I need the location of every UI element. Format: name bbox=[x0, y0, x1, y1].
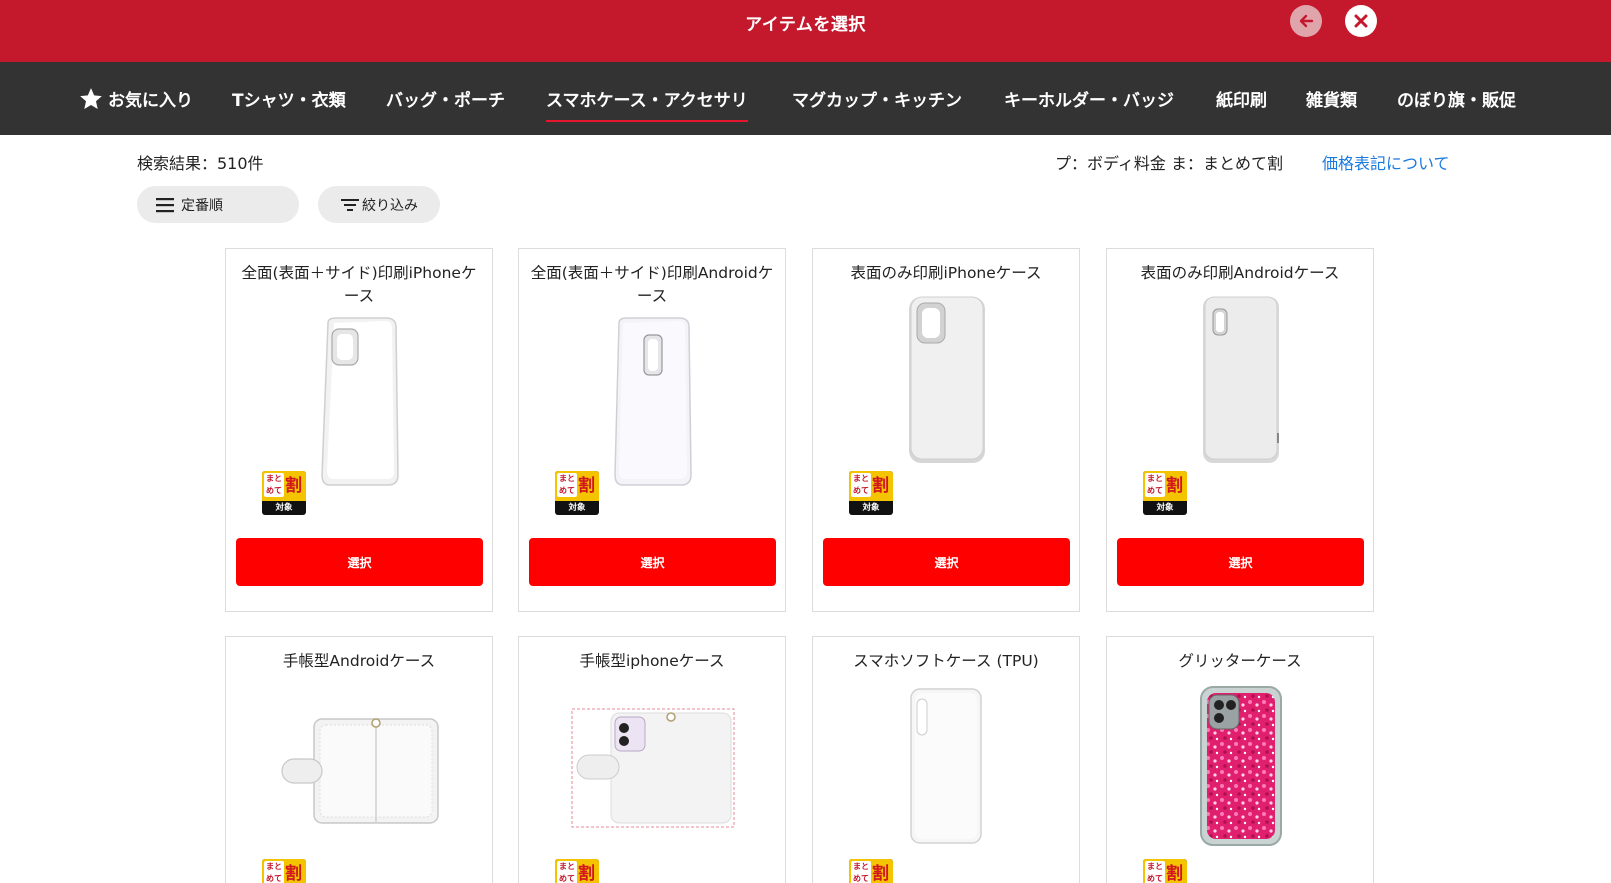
product-image-soft-case-tpu bbox=[910, 688, 982, 844]
arrow-left-icon bbox=[1299, 14, 1314, 28]
category-label: お気に入り bbox=[108, 91, 193, 111]
badge-small-text: まとめて bbox=[851, 473, 871, 497]
category-goods[interactable]: 雑貨類 bbox=[1306, 62, 1357, 135]
matomete-discount-badge: まとめて割 対象 bbox=[555, 859, 599, 883]
product-image-notebook-android bbox=[281, 718, 439, 824]
matomete-discount-badge: まとめて割 対象 bbox=[262, 471, 306, 515]
select-button[interactable]: 選択 bbox=[236, 538, 483, 586]
product-card[interactable]: スマホソフトケース (TPU) まとめて割 対象 bbox=[812, 636, 1080, 883]
matomete-discount-badge: まとめて割 対象 bbox=[849, 471, 893, 515]
product-image-glitter-case bbox=[1200, 686, 1282, 846]
filter-icon bbox=[341, 198, 359, 211]
star-icon bbox=[80, 87, 102, 109]
badge-small-text: まとめて bbox=[264, 473, 284, 497]
product-image-android-back-case bbox=[1203, 296, 1279, 463]
select-button[interactable]: 選択 bbox=[1117, 538, 1364, 586]
product-image-notebook-iphone bbox=[571, 708, 735, 828]
product-image-iphone-full-case bbox=[321, 317, 399, 486]
back-button[interactable] bbox=[1290, 5, 1322, 37]
badge-bottom-text: 対象 bbox=[568, 503, 586, 513]
category-keychains[interactable]: キーホルダー・バッジ bbox=[1004, 62, 1174, 135]
badge-small-text: まとめて bbox=[264, 861, 284, 883]
matomete-discount-badge: まとめて割 対象 bbox=[555, 471, 599, 515]
product-name: 手帳型iphoneケース bbox=[579, 652, 725, 670]
category-nav: お気に入り Tシャツ・衣類 バッグ・ポーチ スマホケース・アクセサリ マグカップ… bbox=[0, 62, 1611, 135]
top-header: アイテムを選択 bbox=[0, 0, 1611, 62]
badge-big-text: 割 bbox=[1166, 864, 1183, 883]
filter-label: 絞り込み bbox=[362, 197, 418, 214]
product-name: 表面のみ印刷iPhoneケース bbox=[850, 264, 1042, 282]
category-favorites[interactable]: お気に入り bbox=[78, 62, 193, 135]
badge-bottom-text: 対象 bbox=[275, 503, 293, 513]
category-phone-cases[interactable]: スマホケース・アクセサリ bbox=[546, 62, 748, 135]
sort-button[interactable]: 定番順 bbox=[137, 186, 299, 223]
sort-label: 定番順 bbox=[181, 197, 223, 214]
product-image-iphone-back-case bbox=[909, 296, 985, 463]
category-bags[interactable]: バッグ・ポーチ bbox=[386, 62, 505, 135]
product-name: スマホソフトケース (TPU) bbox=[853, 652, 1039, 670]
product-card[interactable]: グリッターケース まとめて割 対象 bbox=[1106, 636, 1374, 883]
badge-small-text: まとめて bbox=[1145, 473, 1165, 497]
category-mugs[interactable]: マグカップ・キッチン bbox=[792, 62, 962, 135]
close-button[interactable] bbox=[1345, 5, 1377, 37]
product-card[interactable]: 手帳型Androidケース まとめて割 対象 bbox=[225, 636, 493, 883]
category-label: マグカップ・キッチン bbox=[792, 91, 962, 111]
badge-bottom-text: 対象 bbox=[1156, 503, 1174, 513]
category-label: キーホルダー・バッジ bbox=[1004, 91, 1174, 111]
badge-big-text: 割 bbox=[285, 476, 302, 496]
badge-small-text: まとめて bbox=[557, 861, 577, 883]
category-paper[interactable]: 紙印刷 bbox=[1216, 62, 1267, 135]
product-name: 全面(表面＋サイド)印刷Androidケース bbox=[530, 264, 774, 305]
category-tshirts[interactable]: Tシャツ・衣類 bbox=[232, 62, 346, 135]
badge-big-text: 割 bbox=[578, 476, 595, 496]
price-notation-link[interactable]: 価格表記について bbox=[1322, 150, 1450, 174]
filter-button[interactable]: 絞り込み bbox=[318, 186, 440, 223]
product-card[interactable]: 全面(表面＋サイド)印刷iPhoneケース まとめて割 対象 選択 bbox=[225, 248, 493, 612]
badge-big-text: 割 bbox=[285, 864, 302, 883]
list-icon bbox=[156, 197, 174, 212]
category-label: 雑貨類 bbox=[1306, 91, 1357, 111]
category-label: スマホケース・アクセサリ bbox=[546, 91, 748, 111]
active-tab-underline bbox=[546, 120, 748, 122]
badge-big-text: 割 bbox=[1166, 476, 1183, 496]
product-card[interactable]: 手帳型iphoneケース まとめて割 対象 bbox=[518, 636, 786, 883]
badge-small-text: まとめて bbox=[1145, 861, 1165, 883]
category-label: Tシャツ・衣類 bbox=[232, 91, 346, 111]
product-name: 手帳型Androidケース bbox=[282, 652, 436, 670]
badge-big-text: 割 bbox=[578, 864, 595, 883]
matomete-discount-badge: まとめて割 対象 bbox=[849, 859, 893, 883]
category-label: 紙印刷 bbox=[1216, 91, 1267, 111]
badge-bottom-text: 対象 bbox=[862, 503, 880, 513]
badge-big-text: 割 bbox=[872, 864, 889, 883]
result-count: 検索結果：510件 bbox=[137, 154, 264, 173]
product-card[interactable]: 表面のみ印刷Androidケース まとめて割 対象 選択 bbox=[1106, 248, 1374, 612]
product-image-android-full-case bbox=[614, 317, 692, 486]
category-label: のぼり旗・販促 bbox=[1397, 91, 1516, 111]
price-legend: プ：ボディ料金 ま：まとめて割 bbox=[1055, 154, 1283, 173]
badge-big-text: 割 bbox=[872, 476, 889, 496]
select-button[interactable]: 選択 bbox=[823, 538, 1070, 586]
category-label: バッグ・ポーチ bbox=[386, 91, 505, 111]
close-icon bbox=[1354, 14, 1368, 28]
matomete-discount-badge: まとめて割 対象 bbox=[262, 859, 306, 883]
badge-small-text: まとめて bbox=[851, 861, 871, 883]
select-button[interactable]: 選択 bbox=[529, 538, 776, 586]
matomete-discount-badge: まとめて割 対象 bbox=[1143, 471, 1187, 515]
product-name: グリッターケース bbox=[1178, 652, 1302, 670]
matomete-discount-badge: まとめて割 対象 bbox=[1143, 859, 1187, 883]
category-banners[interactable]: のぼり旗・販促 bbox=[1397, 62, 1516, 135]
product-name: 全面(表面＋サイド)印刷iPhoneケース bbox=[241, 264, 477, 305]
product-card[interactable]: 全面(表面＋サイド)印刷Androidケース まとめて割 対象 選択 bbox=[518, 248, 786, 612]
product-card[interactable]: 表面のみ印刷iPhoneケース まとめて割 対象 選択 bbox=[812, 248, 1080, 612]
product-name: 表面のみ印刷Androidケース bbox=[1140, 264, 1340, 282]
badge-small-text: まとめて bbox=[557, 473, 577, 497]
